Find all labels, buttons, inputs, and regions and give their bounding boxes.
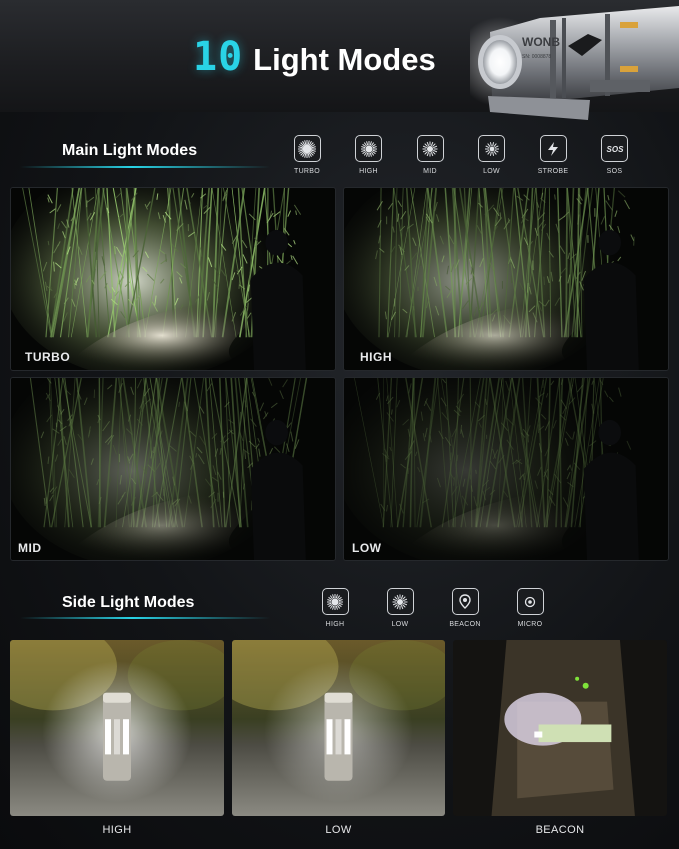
main-mode-low: LOW bbox=[463, 135, 521, 183]
main-section-title: Main Light Modes bbox=[62, 142, 198, 159]
sun-small-icon bbox=[386, 588, 414, 615]
main-mode-photo-turbo: TURBO bbox=[10, 187, 336, 371]
side-mode-high: HIGH bbox=[306, 588, 364, 636]
mode-label: MICRO bbox=[517, 621, 543, 628]
mode-label: MID bbox=[423, 168, 437, 175]
header-banner: 10 Light Modes WONB SN: 0008878 bbox=[0, 0, 679, 120]
side-section-title: Side Light Modes bbox=[62, 594, 195, 611]
panel-label: LOW bbox=[352, 541, 382, 555]
product-infographic: 10 Light Modes WONB SN: 0008878 Main Lig… bbox=[0, 0, 679, 849]
sun-tiny-icon bbox=[478, 135, 505, 162]
main-mode-strobe: STROBE bbox=[524, 135, 582, 183]
side-mode-photo-low bbox=[232, 640, 445, 816]
mode-label: TURBO bbox=[294, 168, 320, 175]
mode-label: SOS bbox=[606, 168, 623, 175]
micro-icon bbox=[516, 588, 544, 615]
flashlight-image: WONB SN: 0008878 bbox=[455, 0, 679, 125]
svg-text:SOS: SOS bbox=[606, 145, 624, 154]
mode-label: LOW bbox=[391, 621, 409, 628]
main-mode-photo-high: HIGH bbox=[343, 187, 669, 371]
panel-label: MID bbox=[18, 541, 42, 555]
side-mode-photo-high bbox=[10, 640, 224, 816]
lightning-icon bbox=[539, 135, 567, 162]
main-section-underline bbox=[20, 166, 270, 168]
mode-label: HIGH bbox=[325, 621, 345, 628]
main-mode-mid: MID bbox=[401, 135, 459, 183]
mode-label: STROBE bbox=[537, 168, 569, 175]
side-mode-low: LOW bbox=[371, 588, 429, 636]
mode-label: LOW bbox=[483, 168, 500, 175]
sun-medium-icon bbox=[321, 588, 349, 615]
side-photo-label: HIGH bbox=[102, 824, 132, 836]
sun-large-icon bbox=[293, 135, 321, 162]
side-mode-micro: MICRO bbox=[501, 588, 559, 636]
side-photo-label: LOW bbox=[325, 824, 352, 836]
engraving-text: WONB bbox=[522, 35, 560, 49]
title-text: Light Modes bbox=[253, 42, 436, 77]
mode-label: HIGH bbox=[359, 168, 378, 175]
main-mode-high: HIGH bbox=[340, 135, 398, 183]
flashlight-illustration: WONB SN: 0008878 bbox=[455, 6, 679, 120]
mode-label: BEACON bbox=[449, 621, 481, 628]
beacon-icon bbox=[451, 588, 479, 615]
sos-icon: SOS bbox=[601, 135, 628, 162]
title-number: 10 bbox=[193, 34, 244, 80]
page-title: 10 Light Modes bbox=[193, 34, 436, 82]
side-photo-label: BEACON bbox=[535, 824, 585, 836]
side-mode-beacon: BEACON bbox=[436, 588, 494, 636]
side-mode-photo-beacon bbox=[453, 640, 667, 816]
main-mode-turbo: TURBO bbox=[278, 135, 336, 183]
sun-small-icon bbox=[416, 135, 444, 162]
main-mode-photo-mid: MID bbox=[10, 377, 336, 561]
panel-label: TURBO bbox=[25, 350, 71, 364]
main-mode-sos: SOS SOS bbox=[586, 135, 644, 183]
sun-medium-icon bbox=[355, 135, 382, 162]
serial-text: SN: 0008878 bbox=[522, 54, 551, 60]
main-mode-photo-low: LOW bbox=[343, 377, 669, 561]
side-section-underline bbox=[20, 617, 270, 619]
panel-label: HIGH bbox=[360, 350, 392, 364]
